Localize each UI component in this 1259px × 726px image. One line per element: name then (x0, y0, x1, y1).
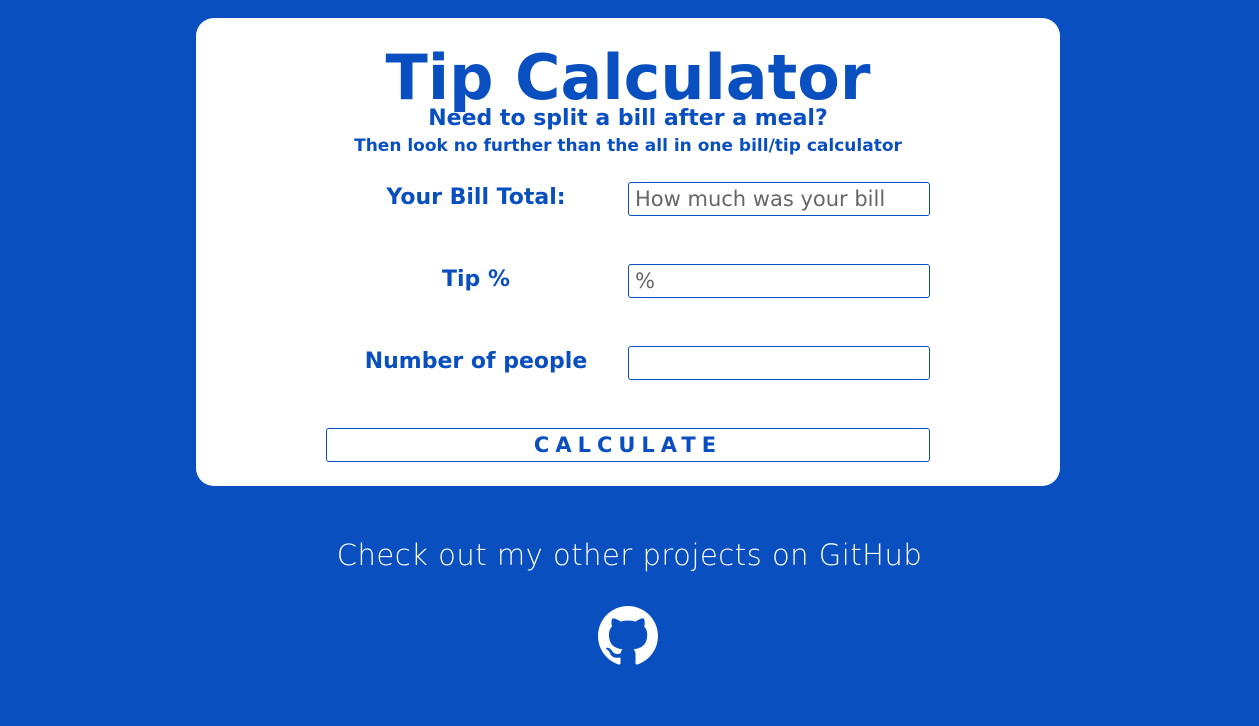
number-of-people-label: Number of people (364, 349, 588, 374)
calculate-button[interactable]: CALCULATE (326, 428, 930, 462)
github-promo-text: Check out my other projects on GitHub (336, 538, 923, 572)
subtitle: Need to split a bill after a meal? (428, 106, 828, 131)
tagline: Then look no further than the all in one… (354, 136, 902, 156)
number-of-people-input[interactable] (628, 346, 930, 380)
tip-percent-input[interactable] (628, 264, 930, 298)
github-link[interactable] (598, 606, 658, 666)
bill-total-input[interactable] (628, 182, 930, 216)
bill-total-label: Your Bill Total: (386, 185, 566, 210)
tip-percent-label: Tip % (442, 267, 510, 292)
calculator-card: Tip Calculator Need to split a bill afte… (196, 18, 1060, 486)
github-icon (598, 606, 658, 665)
